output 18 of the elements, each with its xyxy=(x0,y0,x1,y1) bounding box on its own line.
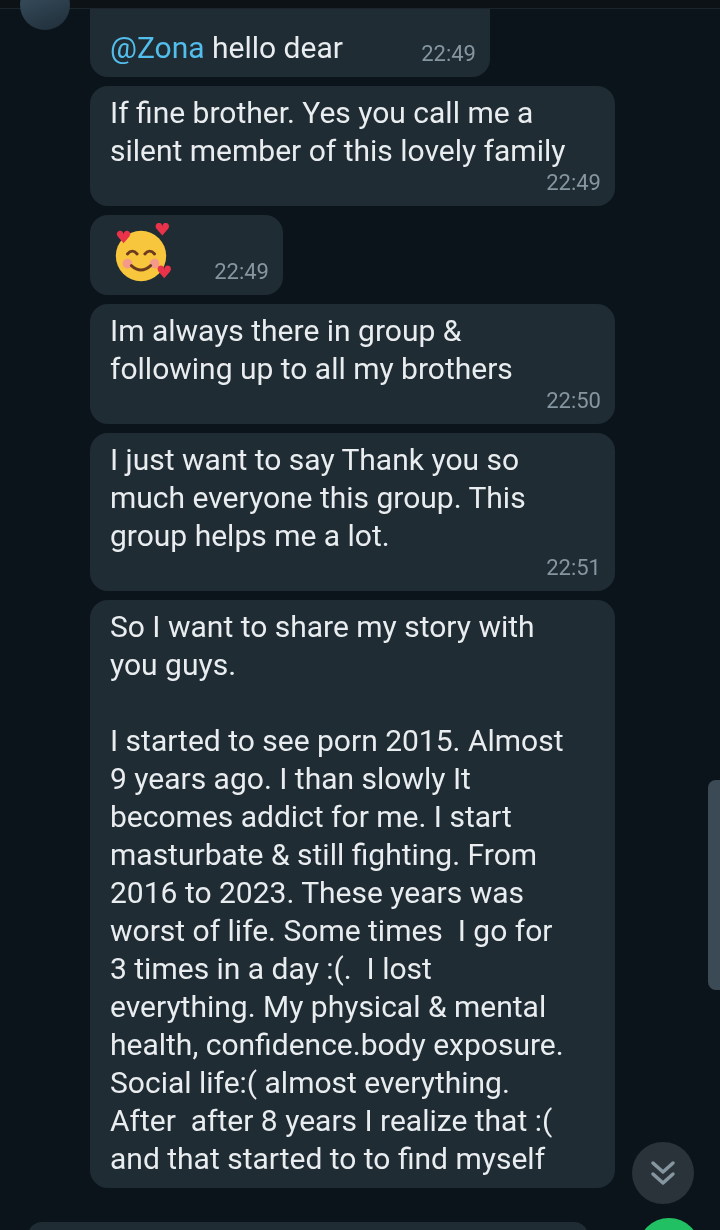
message-text: If fine brother. Yes you call me a silent member of this lovely family xyxy=(110,94,567,170)
message-text: So I want to share my story with you guys. I started to see porn 2015. Almost 9 years ago. I than slowly It becomes addict for me. I start masturbate & still fighting. From 2016 to 2023. These years was worst of life. Some times I go for 3 times in a day :(. I lost everything. My physical & mental health, confidence.body exposure. Social life:( almost everything. After after 8 years I realize that :( and that started to to find myself xyxy=(110,608,565,1178)
message-bubble[interactable] xyxy=(90,600,615,1188)
message-time: 22:49 xyxy=(420,41,476,67)
message-bubble[interactable]: Im always there in group & following up to all my brothers 22:50 xyxy=(90,304,615,424)
message-bubble[interactable]: If fine brother. Yes you call me a silent member of this lovely family 22:49 xyxy=(90,86,615,206)
message-bubble[interactable]: @Zona hello dear 22:49 xyxy=(90,9,490,77)
message-time: 22:50 xyxy=(545,388,601,414)
message-bubble[interactable]: I just want to say Thank you so much everyone this group. This group helps me a lot. 22:51 xyxy=(90,433,615,591)
message-time: 22:49 xyxy=(545,170,601,196)
side-handle[interactable] xyxy=(708,780,720,990)
message-time: 22:51 xyxy=(545,555,601,581)
message-bubble[interactable]: 22:49 xyxy=(90,215,283,295)
message-text: @Zona hello dear xyxy=(110,29,343,67)
double-chevron-down-icon xyxy=(650,1159,676,1187)
message-text: I just want to say Thank you so much everyone this group. This group helps me a lot. xyxy=(110,441,527,555)
message-time: 22:49 xyxy=(213,259,269,285)
message-text: Im always there in group & following up to all my brothers xyxy=(110,312,514,388)
